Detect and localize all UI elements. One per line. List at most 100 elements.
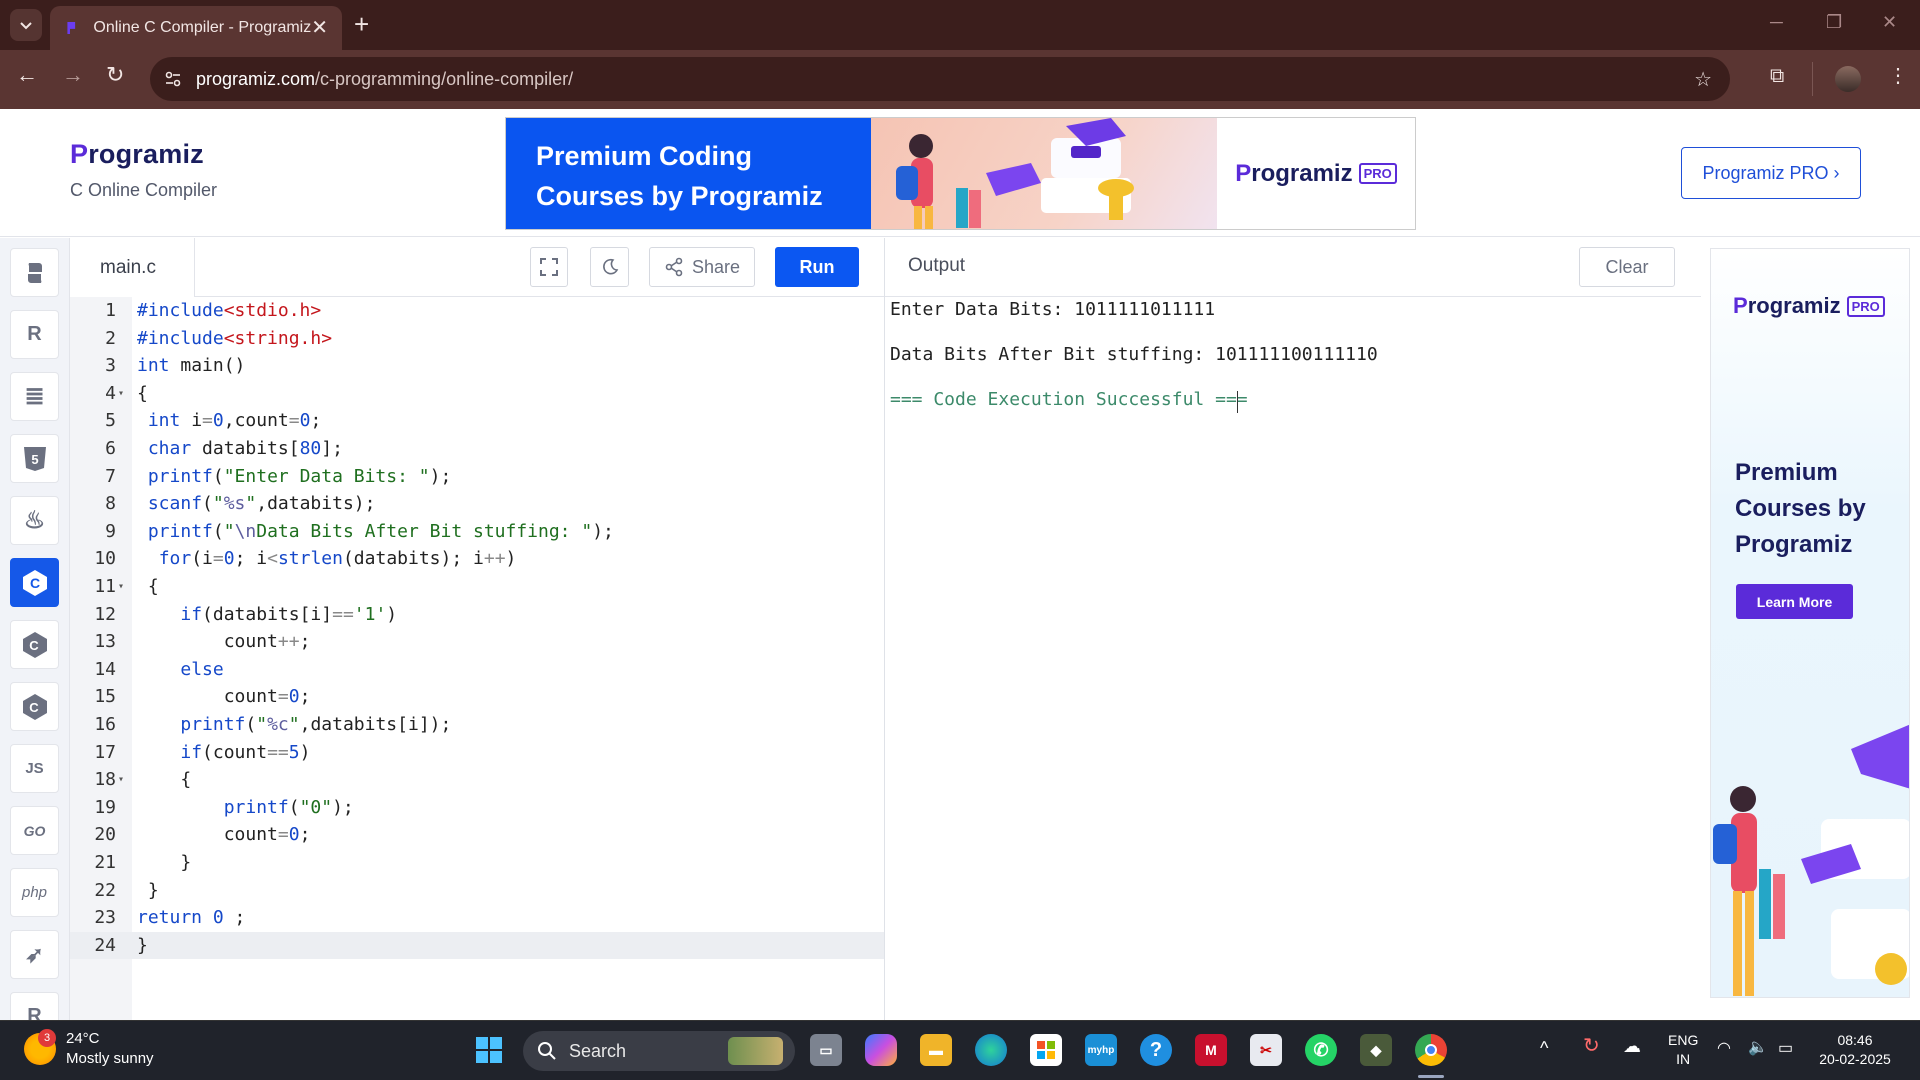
window-close-icon[interactable]: ✕ [1882, 12, 1897, 33]
lang-csharp-button[interactable]: C [10, 682, 59, 731]
fullscreen-button[interactable] [530, 247, 568, 287]
code-line[interactable]: 23 return 0 ; [70, 904, 885, 932]
code-line[interactable]: 19 printf("0"); [70, 794, 885, 822]
lang-html-button[interactable]: 5 [10, 434, 59, 483]
code-line[interactable]: 21 } [70, 849, 885, 877]
learn-more-button[interactable]: Learn More [1736, 584, 1853, 619]
snipping-tool-icon[interactable]: ✂ [1250, 1034, 1282, 1066]
code-line[interactable]: 13 count++; [70, 628, 885, 656]
back-icon[interactable]: ← [16, 64, 38, 86]
minimize-icon[interactable]: ─ [1770, 12, 1783, 33]
code-line[interactable]: 16 printf("%c",databits[i]); [70, 711, 885, 739]
programiz-logo[interactable]: Programiz [70, 139, 217, 170]
browser-tab-bar: Online C Compiler - Programiz ✕ + ─ ❐ ✕ [0, 0, 1920, 50]
fold-toggle-icon[interactable]: ▾ [118, 766, 124, 794]
fold-toggle-icon[interactable]: ▾ [118, 380, 124, 408]
task-view-icon[interactable]: ▭ [810, 1034, 842, 1066]
code-line[interactable]: 18 ▾ { [70, 766, 885, 794]
line-number: 10 [94, 548, 116, 570]
theme-toggle-button[interactable] [590, 247, 629, 287]
close-tab-icon[interactable]: ✕ [311, 18, 328, 38]
lang-swift-button[interactable]: ➶ [10, 930, 59, 979]
code-line[interactable]: 4 ▾ { [70, 380, 885, 408]
code-line[interactable]: 6 char databits[80]; [70, 435, 885, 463]
code-text: if(databits[i]=='1') [180, 603, 398, 625]
output-console[interactable]: Enter Data Bits: 1011111011111 Data Bits… [885, 297, 1701, 1020]
browser-tab[interactable]: Online C Compiler - Programiz ✕ [50, 6, 342, 50]
myhp-icon[interactable]: myhp [1085, 1034, 1117, 1066]
chrome-icon[interactable] [1415, 1034, 1447, 1066]
share-button[interactable]: Share [649, 247, 755, 287]
profile-avatar[interactable] [1835, 66, 1861, 92]
ad-logo-initial: P [1235, 159, 1252, 187]
clear-button[interactable]: Clear [1579, 247, 1675, 287]
taskbar-search[interactable]: Search [523, 1031, 795, 1071]
file-explorer-icon[interactable]: ▬ [920, 1034, 952, 1066]
top-banner-ad[interactable]: Premium Coding Courses by Programiz Prog… [505, 117, 1416, 230]
whatsapp-icon[interactable]: ✆ [1305, 1034, 1337, 1066]
code-line[interactable]: 15 count=0; [70, 683, 885, 711]
code-line[interactable]: 2 #include<string.h> [70, 325, 885, 353]
lang-c-button[interactable]: C [10, 558, 59, 607]
code-line[interactable]: 10 for(i=0; i<strlen(databits); i++) [70, 545, 885, 573]
code-line[interactable]: 14 else [70, 656, 885, 684]
code-line[interactable]: 5 int i=0,count=0; [70, 407, 885, 435]
reload-icon[interactable]: ↻ [106, 64, 124, 86]
line-number: 6 [105, 438, 116, 459]
code-text: count=0; [137, 824, 311, 846]
mcafee-icon[interactable]: M [1195, 1034, 1227, 1066]
edge-icon[interactable] [975, 1034, 1007, 1066]
lang-js-button[interactable]: JS [10, 744, 59, 793]
lang-python-button[interactable] [10, 248, 59, 297]
code-line[interactable]: 9 printf("\nData Bits After Bit stuffing… [70, 518, 885, 546]
browser-menu-icon[interactable]: ⋮ [1888, 66, 1908, 86]
start-button[interactable] [473, 1034, 505, 1066]
lang-r-button[interactable]: R [10, 310, 59, 359]
code-line[interactable]: 17 if(count==5) [70, 739, 885, 767]
battery-icon[interactable]: ▭ [1778, 1039, 1793, 1058]
restore-icon[interactable]: ❐ [1826, 12, 1842, 33]
cpp-glyph: C [29, 638, 39, 653]
run-button[interactable]: Run [775, 247, 859, 287]
bookmark-star-icon[interactable]: ☆ [1694, 67, 1712, 92]
tab-search-button[interactable] [10, 9, 42, 41]
side-banner-ad[interactable]: Programiz PRO Premium Courses by Program… [1710, 248, 1910, 998]
code-line[interactable]: 3 int main() [70, 352, 885, 380]
code-editor[interactable]: 1 #include<stdio.h> 2 #include<string.h> 3 in… [70, 297, 885, 1020]
microsoft-store-icon[interactable] [1030, 1034, 1062, 1066]
code-line[interactable]: 7 printf("Enter Data Bits: "); [70, 463, 885, 491]
programiz-pro-button[interactable]: Programiz PRO › [1681, 147, 1861, 199]
show-hidden-icons[interactable]: ^ [1540, 1039, 1548, 1058]
brand[interactable]: Programiz C Online Compiler [70, 139, 217, 201]
code-line[interactable]: 1 #include<stdio.h> [70, 297, 885, 325]
lang-php-button[interactable]: php [10, 868, 59, 917]
code-line[interactable]: 12 if(databits[i]=='1') [70, 601, 885, 629]
sync-icon[interactable]: ↻ [1583, 1036, 1600, 1056]
forward-icon[interactable]: → [62, 64, 84, 86]
code-line[interactable]: 11 ▾ { [70, 573, 885, 601]
code-line[interactable]: 22 } [70, 877, 885, 905]
input-language[interactable]: ENG IN [1668, 1031, 1698, 1069]
copilot-icon[interactable] [865, 1034, 897, 1066]
weather-widget[interactable]: 3 24°C Mostly sunny [24, 1029, 154, 1069]
code-line[interactable]: 24} [70, 931, 885, 960]
app-icon[interactable]: ◆ [1360, 1034, 1392, 1066]
extensions-icon[interactable]: ⧉ [1770, 66, 1784, 86]
help-icon[interactable]: ? [1140, 1034, 1172, 1066]
clock[interactable]: 08:46 20-02-2025 [1810, 1031, 1900, 1069]
volume-icon[interactable]: 🔈 [1748, 1038, 1768, 1057]
code-line[interactable]: 8 scanf("%s",databits); [70, 490, 885, 518]
new-tab-icon[interactable]: + [354, 11, 369, 37]
lang-sql-button[interactable]: ≣ [10, 372, 59, 421]
address-bar[interactable]: programiz.com/c-programming/online-compi… [150, 57, 1730, 101]
site-info-icon[interactable] [164, 70, 182, 88]
fold-toggle-icon[interactable]: ▾ [118, 573, 124, 601]
lang-rust-button[interactable]: R [10, 992, 59, 1020]
onedrive-icon[interactable]: ☁ [1623, 1037, 1641, 1056]
lang-cpp-button[interactable]: C [10, 620, 59, 669]
lang-go-button[interactable]: GO [10, 806, 59, 855]
wifi-icon[interactable]: ◠ [1717, 1039, 1731, 1058]
file-tab[interactable]: main.c [70, 238, 195, 297]
code-line[interactable]: 20 count=0; [70, 821, 885, 849]
lang-java-button[interactable]: ♨ [10, 496, 59, 545]
